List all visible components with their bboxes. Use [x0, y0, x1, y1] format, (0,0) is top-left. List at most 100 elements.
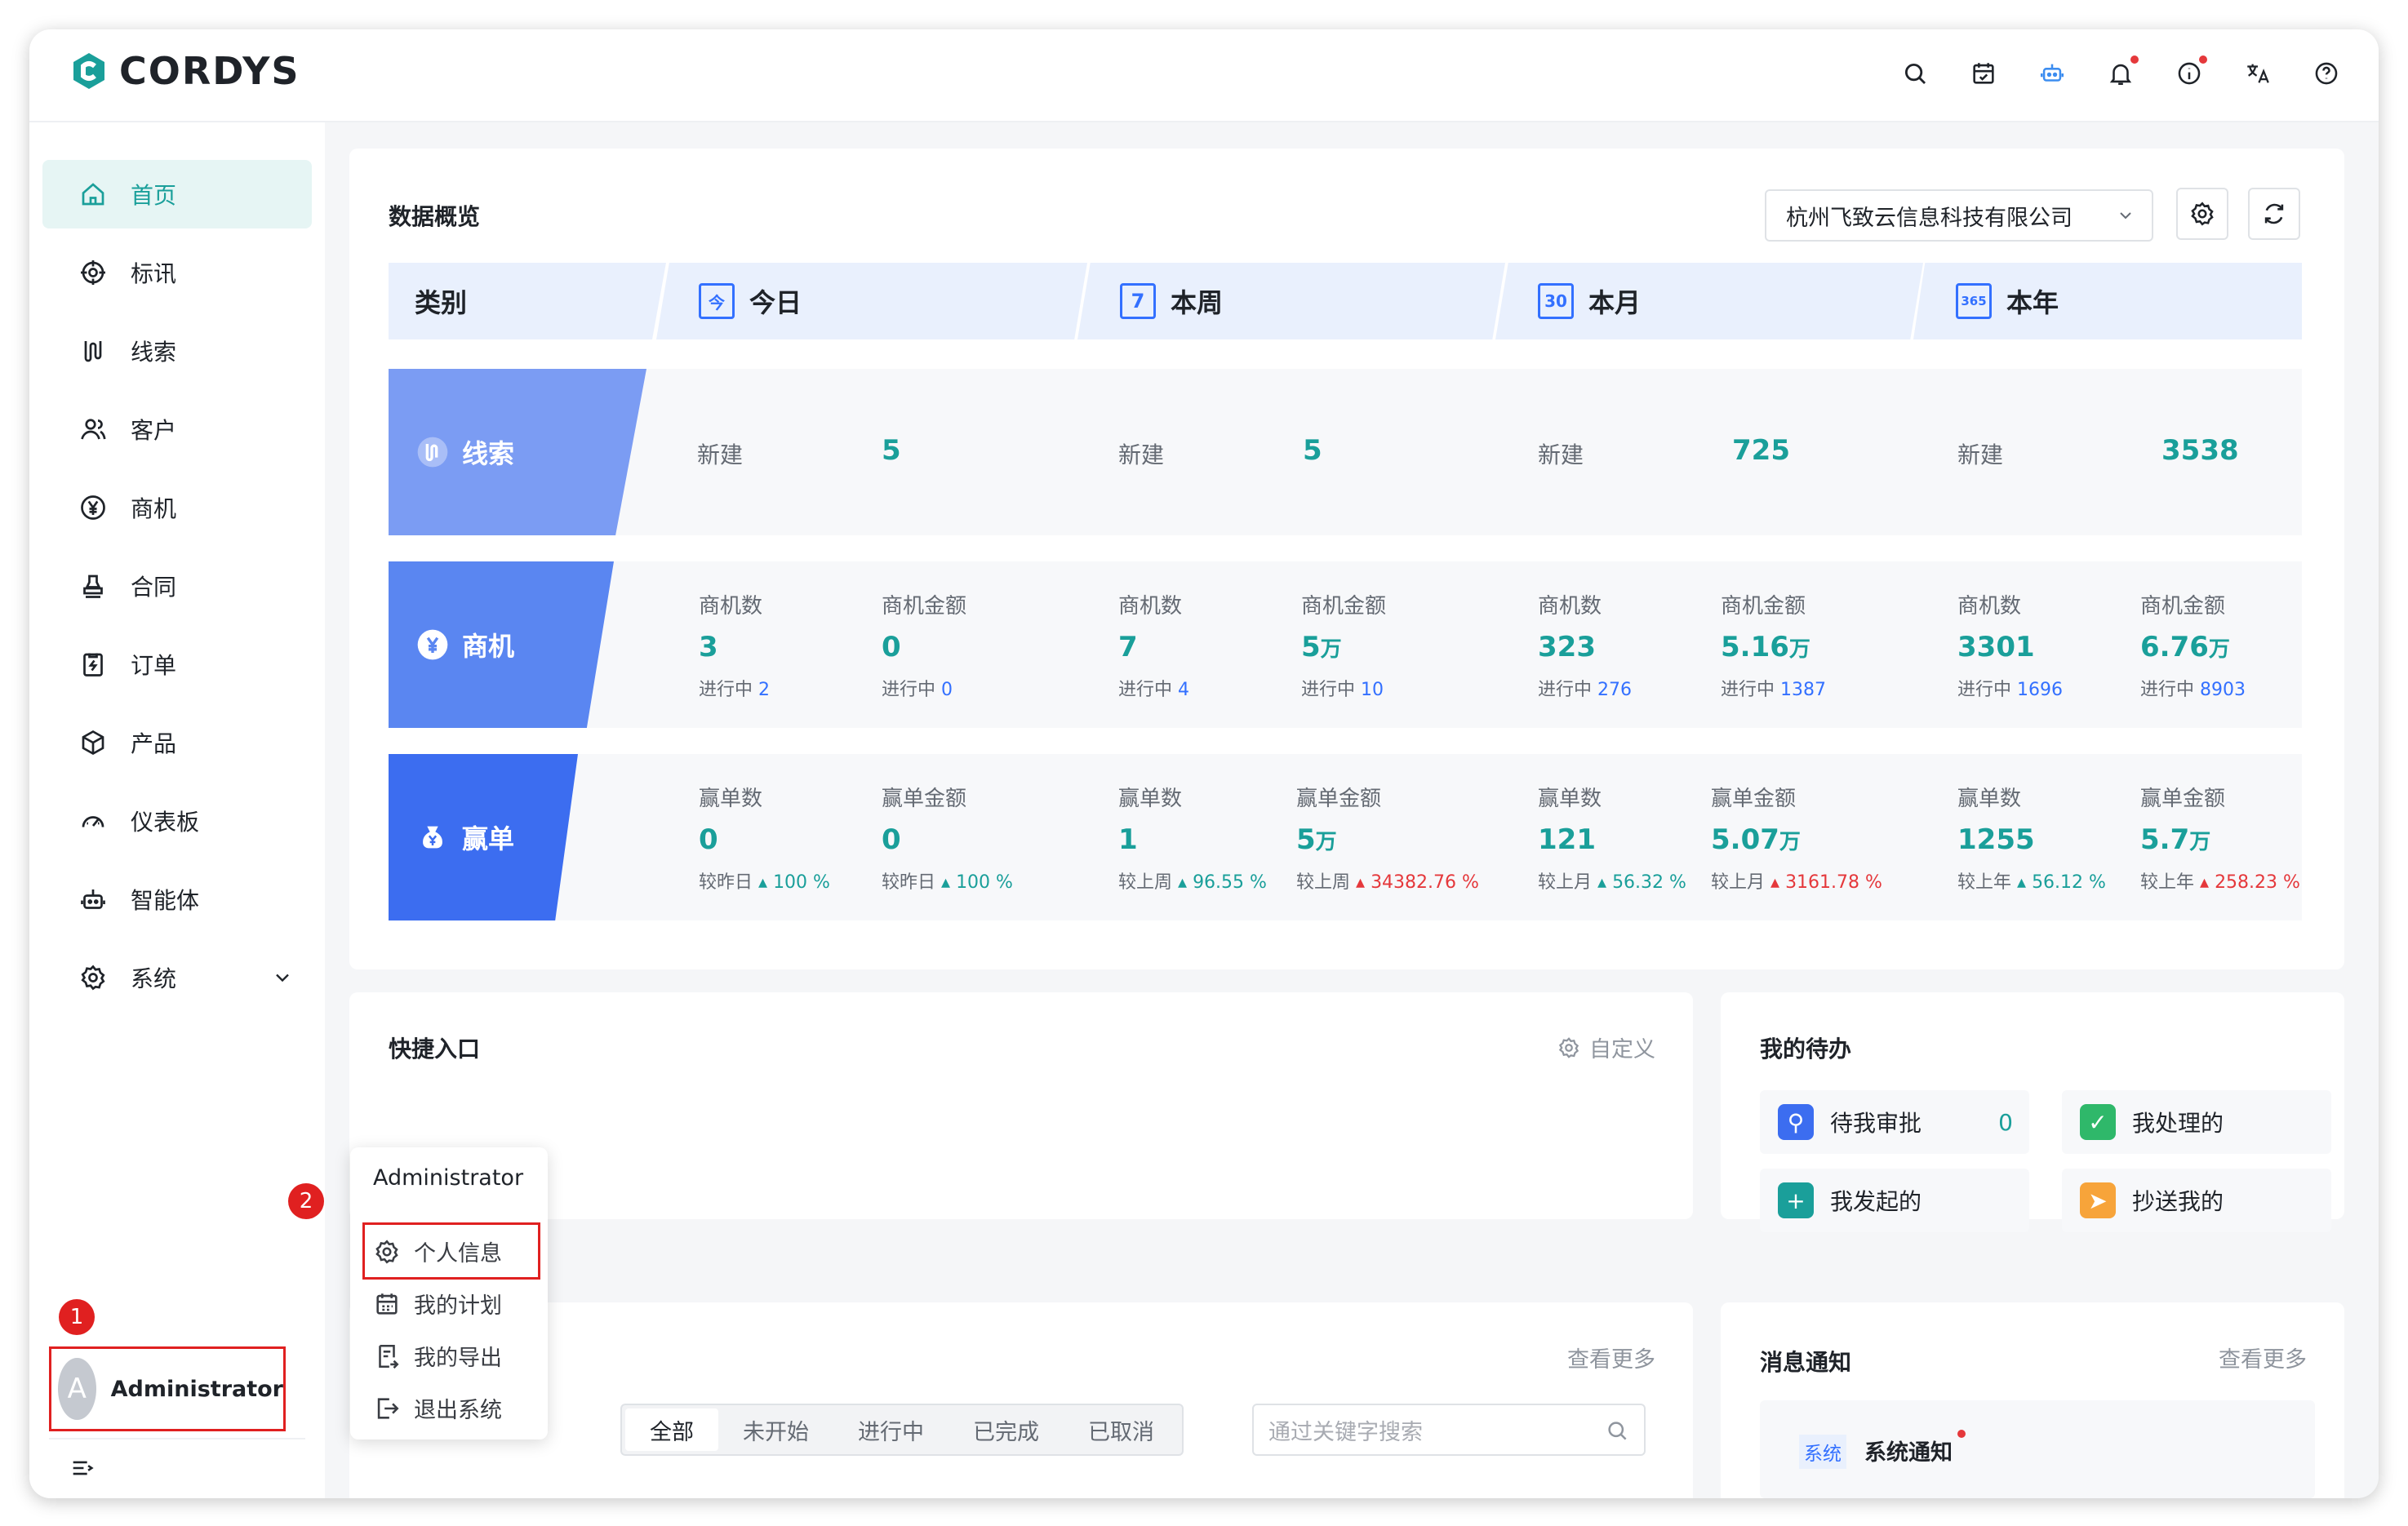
notice-item[interactable]: 系统 系统通知 — [1760, 1400, 2315, 1498]
popup-username: Administrator — [373, 1165, 524, 1191]
chevron-down-icon — [276, 974, 289, 983]
gear-icon — [375, 1239, 398, 1264]
sidebar-item-label: 线索 — [131, 339, 177, 366]
yen-icon — [81, 495, 105, 520]
plan-card: 查看更多 全部 未开始 进行中 已完成 已取消 通过关键字搜索 — [349, 1302, 1693, 1498]
avatar: A — [58, 1358, 96, 1420]
logo[interactable]: CORDYS — [69, 49, 300, 93]
opp-today-count: 商机数 3 进行中 2 — [699, 594, 771, 700]
order-icon — [83, 653, 103, 676]
settings-button[interactable] — [2176, 188, 2228, 240]
tab-cancelled[interactable]: 已取消 — [1064, 1408, 1179, 1451]
clue-new-label: 新建 — [697, 441, 744, 468]
step-badge-1: 1 — [59, 1299, 95, 1335]
todo-cc[interactable]: ➤ 抄送我的 — [2062, 1169, 2331, 1232]
bell-icon[interactable] — [2101, 54, 2140, 93]
menu-item-my-export[interactable]: 我的导出 — [373, 1340, 502, 1372]
calendar-icon — [376, 1293, 398, 1315]
sidebar-item-bidding[interactable]: 标讯 — [42, 238, 312, 307]
collapse-sidebar-icon[interactable] — [69, 1454, 96, 1482]
todo-initiated[interactable]: + 我发起的 — [1760, 1169, 2029, 1232]
unread-dot — [1957, 1430, 1966, 1438]
calendar-today-icon: 今 — [699, 283, 735, 319]
top-bar: CORDYS — [29, 29, 2379, 122]
step-badge-2: 2 — [288, 1183, 324, 1219]
win-year-amount: 赢单金额 5.7万 较上年 ▴ 258.23 % — [2140, 787, 2300, 893]
tab-in-progress[interactable]: 进行中 — [833, 1408, 949, 1451]
header-month: 30 本月 — [1495, 263, 1923, 339]
notice-title: 消息通知 — [1760, 1349, 1852, 1376]
calendar-month-icon: 30 — [1538, 283, 1574, 319]
sidebar-item-agent[interactable]: 智能体 — [42, 865, 312, 934]
clue-year-value: 3538 — [2161, 434, 2239, 467]
clue-row: 线索 新建 5 新建 5 新建 725 新建 3538 — [389, 369, 2302, 535]
calendar-year-icon: 365 — [1956, 283, 1992, 319]
menu-item-my-plan[interactable]: 我的计划 — [373, 1288, 502, 1320]
menu-item-logout[interactable]: 退出系统 — [373, 1392, 502, 1424]
overview-title: 数据概览 — [389, 203, 481, 230]
logo-text: CORDYS — [119, 49, 300, 93]
send-icon: ➤ — [2080, 1182, 2116, 1218]
customize-button[interactable]: 自定义 — [1557, 1031, 1655, 1063]
calendar-icon[interactable] — [1964, 54, 2003, 93]
sidebar-item-opportunity[interactable]: 商机 — [42, 473, 312, 542]
sidebar-item-order[interactable]: 订单 — [42, 630, 312, 699]
opp-month-amount: 商机金额 5.16万 进行中 1387 — [1721, 594, 1827, 700]
org-select[interactable]: 杭州飞致云信息科技有限公司 — [1765, 189, 2153, 242]
sidebar-item-label: 合同 — [131, 574, 177, 601]
sidebar-item-clue[interactable]: 线索 — [42, 317, 312, 385]
opp-year-amount: 商机金额 6.76万 进行中 8903 — [2140, 594, 2246, 700]
tab-all[interactable]: 全部 — [625, 1408, 718, 1451]
menu-item-profile[interactable]: 个人信息 — [373, 1235, 502, 1267]
sidebar-item-label: 仪表板 — [131, 809, 200, 836]
sidebar-item-home[interactable]: 首页 — [42, 160, 312, 228]
sidebar-item-system[interactable]: 系统 — [42, 943, 312, 1012]
opp-year-count: 商机数 3301 进行中 1696 — [1957, 594, 2064, 700]
opportunity-row: 商机 商机数 3 进行中 2 商机金额 0 进行中 0 商机数 7 进行中 4 … — [389, 561, 2302, 728]
header-year: 365 本年 — [1913, 263, 2302, 339]
sidebar-item-product[interactable]: 产品 — [42, 708, 312, 777]
sidebar-item-label: 商机 — [131, 495, 177, 522]
export-icon — [379, 1344, 399, 1369]
todo-handled[interactable]: ✓ 我处理的 — [2062, 1090, 2331, 1154]
gear-icon — [81, 965, 105, 991]
clue-today-value: 5 — [882, 434, 901, 467]
plan-more-link[interactable]: 查看更多 — [1567, 1342, 1655, 1373]
win-week-count: 赢单数 1 较上周 ▴ 96.55 % — [1118, 787, 1267, 893]
home-icon — [82, 183, 104, 206]
info-dot — [2199, 55, 2207, 64]
help-icon[interactable] — [2307, 54, 2346, 93]
win-week-amount: 赢单金额 5万 较上周 ▴ 34382.76 % — [1296, 787, 1479, 893]
plan-search-input[interactable]: 通过关键字搜索 — [1252, 1404, 1646, 1456]
refresh-icon — [2264, 203, 2284, 224]
sidebar-item-customer[interactable]: 客户 — [42, 395, 312, 464]
gear-icon — [1558, 1036, 1579, 1058]
sidebar-item-contract[interactable]: 合同 — [42, 552, 312, 620]
money-bag-icon — [423, 826, 442, 849]
user-profile-button[interactable]: A Administrator — [49, 1346, 286, 1431]
gear-icon — [2191, 202, 2214, 226]
refresh-button[interactable] — [2248, 188, 2300, 240]
info-icon[interactable] — [2170, 54, 2209, 93]
sidebar-item-label: 首页 — [131, 182, 177, 209]
notice-more-link[interactable]: 查看更多 — [2219, 1342, 2307, 1373]
clue-row-label: 线索 — [389, 369, 646, 535]
clue-week-value: 5 — [1303, 434, 1322, 467]
quick-entry-title: 快捷入口 — [389, 1036, 481, 1062]
translate-icon[interactable] — [2238, 54, 2277, 93]
clue-new-label: 新建 — [1538, 441, 1584, 468]
search-icon[interactable] — [1895, 54, 1935, 93]
data-overview-card: 数据概览 杭州飞致云信息科技有限公司 类别 今 今日 7 本周 30 本月 36… — [349, 149, 2344, 969]
win-today-count: 赢单数 0 较昨日 ▴ 100 % — [699, 787, 830, 893]
clue-new-label: 新建 — [1118, 441, 1165, 468]
win-row: 赢单 赢单数 0 较昨日 ▴ 100 % 赢单金额 0 较昨日 ▴ 100 % … — [389, 754, 2302, 920]
sidebar-item-dashboard[interactable]: 仪表板 — [42, 787, 312, 855]
todo-pending-approval[interactable]: ⚲ 待我审批 0 — [1760, 1090, 2029, 1154]
tab-not-started[interactable]: 未开始 — [718, 1408, 833, 1451]
quick-entry-card: 快捷入口 自定义 — [349, 992, 1693, 1219]
notification-dot — [2130, 55, 2139, 64]
notice-item-title: 系统通知 — [1864, 1440, 1953, 1466]
robot-icon[interactable] — [2033, 54, 2072, 93]
sidebar-item-label: 智能体 — [131, 887, 200, 914]
tab-completed[interactable]: 已完成 — [949, 1408, 1064, 1451]
